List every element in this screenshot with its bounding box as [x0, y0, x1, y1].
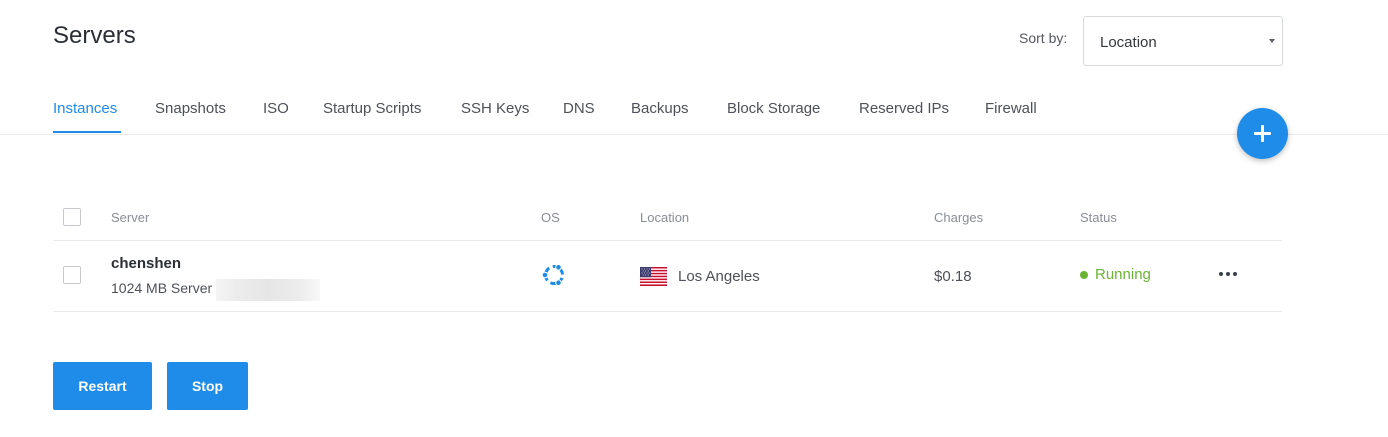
tab-bar: Instances Snapshots ISO Startup Scripts … — [0, 0, 1388, 135]
select-all-checkbox[interactable] — [63, 208, 81, 226]
location-text: Los Angeles — [678, 268, 760, 285]
column-header-status: Status — [1080, 210, 1117, 225]
tab-block-storage[interactable]: Block Storage — [727, 100, 820, 117]
stop-button[interactable]: Stop — [167, 362, 248, 410]
active-tab-indicator — [53, 131, 121, 133]
server-name-link[interactable]: chenshen — [111, 255, 181, 272]
status-badge: Running — [1095, 266, 1151, 283]
add-server-button[interactable] — [1237, 108, 1288, 159]
server-description: 1024 MB Server — [111, 280, 213, 296]
tab-instances[interactable]: Instances — [53, 100, 117, 117]
redacted-ip-area — [216, 279, 320, 301]
more-options-icon[interactable] — [1218, 266, 1238, 282]
column-header-server: Server — [111, 210, 150, 225]
tab-iso[interactable]: ISO — [263, 100, 289, 117]
row-divider — [53, 311, 1282, 312]
us-flag-icon — [640, 267, 667, 286]
ubuntu-icon — [541, 264, 564, 287]
tab-dns[interactable]: DNS — [563, 100, 595, 117]
tab-ssh-keys[interactable]: SSH Keys — [461, 100, 529, 117]
row-checkbox[interactable] — [63, 266, 81, 284]
status-dot-icon — [1080, 271, 1088, 279]
column-header-os: OS — [541, 210, 560, 225]
restart-button[interactable]: Restart — [53, 362, 152, 410]
tab-backups[interactable]: Backups — [631, 100, 689, 117]
tab-reserved-ips[interactable]: Reserved IPs — [859, 100, 949, 117]
column-header-location: Location — [640, 210, 690, 225]
tab-firewall[interactable]: Firewall — [985, 100, 1037, 117]
charges-value: $0.18 — [934, 268, 972, 285]
row-divider — [53, 240, 1282, 241]
column-header-charges: Charges — [934, 210, 984, 225]
tab-snapshots[interactable]: Snapshots — [155, 100, 226, 117]
tab-startup-scripts[interactable]: Startup Scripts — [323, 100, 421, 117]
